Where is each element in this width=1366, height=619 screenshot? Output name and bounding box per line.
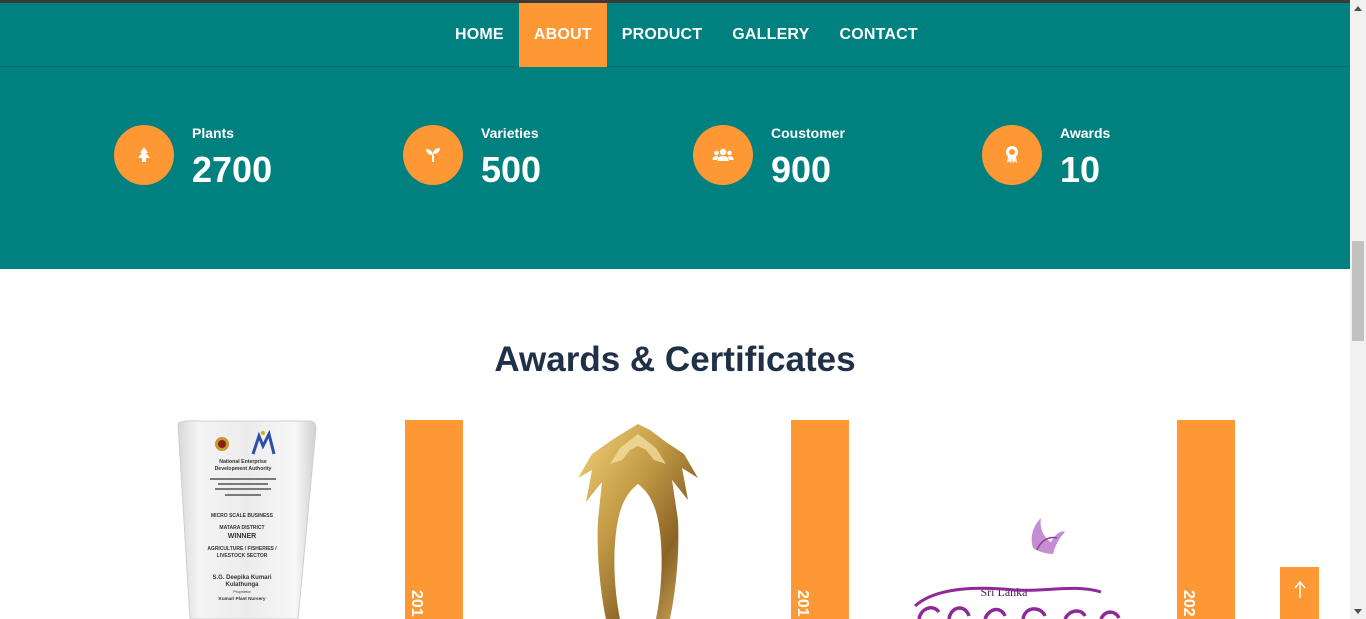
stat-label: Coustomer: [771, 125, 845, 141]
plaque-line: S.G. Deepika Kumari: [212, 575, 271, 581]
plaque-line: WINNER: [228, 533, 256, 540]
plaque-line: Kumari Plant Nursery: [219, 596, 266, 601]
nav-gallery[interactable]: GALLERY: [717, 3, 824, 67]
award-year-bar: 201: [791, 420, 849, 619]
plaque-line: Kulathunga: [226, 582, 260, 588]
plaque-line: LIVESTOCK SECTOR: [217, 553, 268, 559]
stat-label: Varieties: [481, 125, 539, 141]
gold-trophy-image: [578, 424, 698, 619]
awards-section-title: Awards & Certificates: [494, 340, 856, 379]
scroll-up-arrow-icon[interactable]: [1350, 0, 1366, 16]
tree-icon: [114, 125, 174, 185]
stat-value: 10: [1060, 149, 1101, 190]
stat-value: 500: [481, 149, 542, 190]
crystal-plaque-image: National Enterprise Development Authorit…: [177, 420, 317, 619]
plaque-line: MATARA DISTRICT: [219, 525, 264, 531]
sri-lanka-award-logo: Sri Lanka: [913, 518, 1121, 619]
users-icon: [693, 125, 753, 185]
award-year: 201: [408, 590, 425, 617]
nav-about[interactable]: ABOUT: [518, 3, 607, 67]
award-year-bar: 201: [405, 420, 463, 619]
nav-menu: HOME ABOUT PRODUCT GALLERY CONTACT: [440, 3, 933, 67]
scrollbar-thumb[interactable]: [1352, 241, 1364, 341]
plaque-line: MICRO SCALE BUSINESS: [211, 513, 274, 519]
scroll-down-arrow-icon[interactable]: [1350, 603, 1366, 619]
stat-value: 900: [771, 149, 832, 190]
plaque-line: Development Authority: [215, 466, 272, 472]
stats-section: Plants 2700 Varieties 500 Coustomer 900 …: [0, 67, 1350, 269]
stat-label: Awards: [1060, 125, 1111, 141]
plaque-line: Proprietor: [233, 589, 251, 594]
stat-value: 2700: [192, 149, 273, 190]
scroll-to-top-button[interactable]: [1280, 567, 1319, 619]
award-icon: [982, 125, 1042, 185]
nav-contact[interactable]: CONTACT: [824, 3, 932, 67]
award-year-bar: 202: [1177, 420, 1235, 619]
sprout-icon: [403, 125, 463, 185]
plaque-line: AGRICULTURE / FISHERIES /: [207, 546, 277, 552]
award-year: 202: [1180, 590, 1197, 617]
arrow-up-icon: [1293, 581, 1306, 598]
plaque-line: National Enterprise: [219, 459, 267, 465]
main-navigation: HOME ABOUT PRODUCT GALLERY CONTACT: [0, 3, 1350, 67]
nav-product[interactable]: PRODUCT: [607, 3, 718, 67]
stat-label: Plants: [192, 125, 235, 141]
nav-home[interactable]: HOME: [440, 3, 519, 67]
page-scrollbar[interactable]: [1350, 0, 1366, 619]
award-year: 201: [794, 590, 811, 617]
